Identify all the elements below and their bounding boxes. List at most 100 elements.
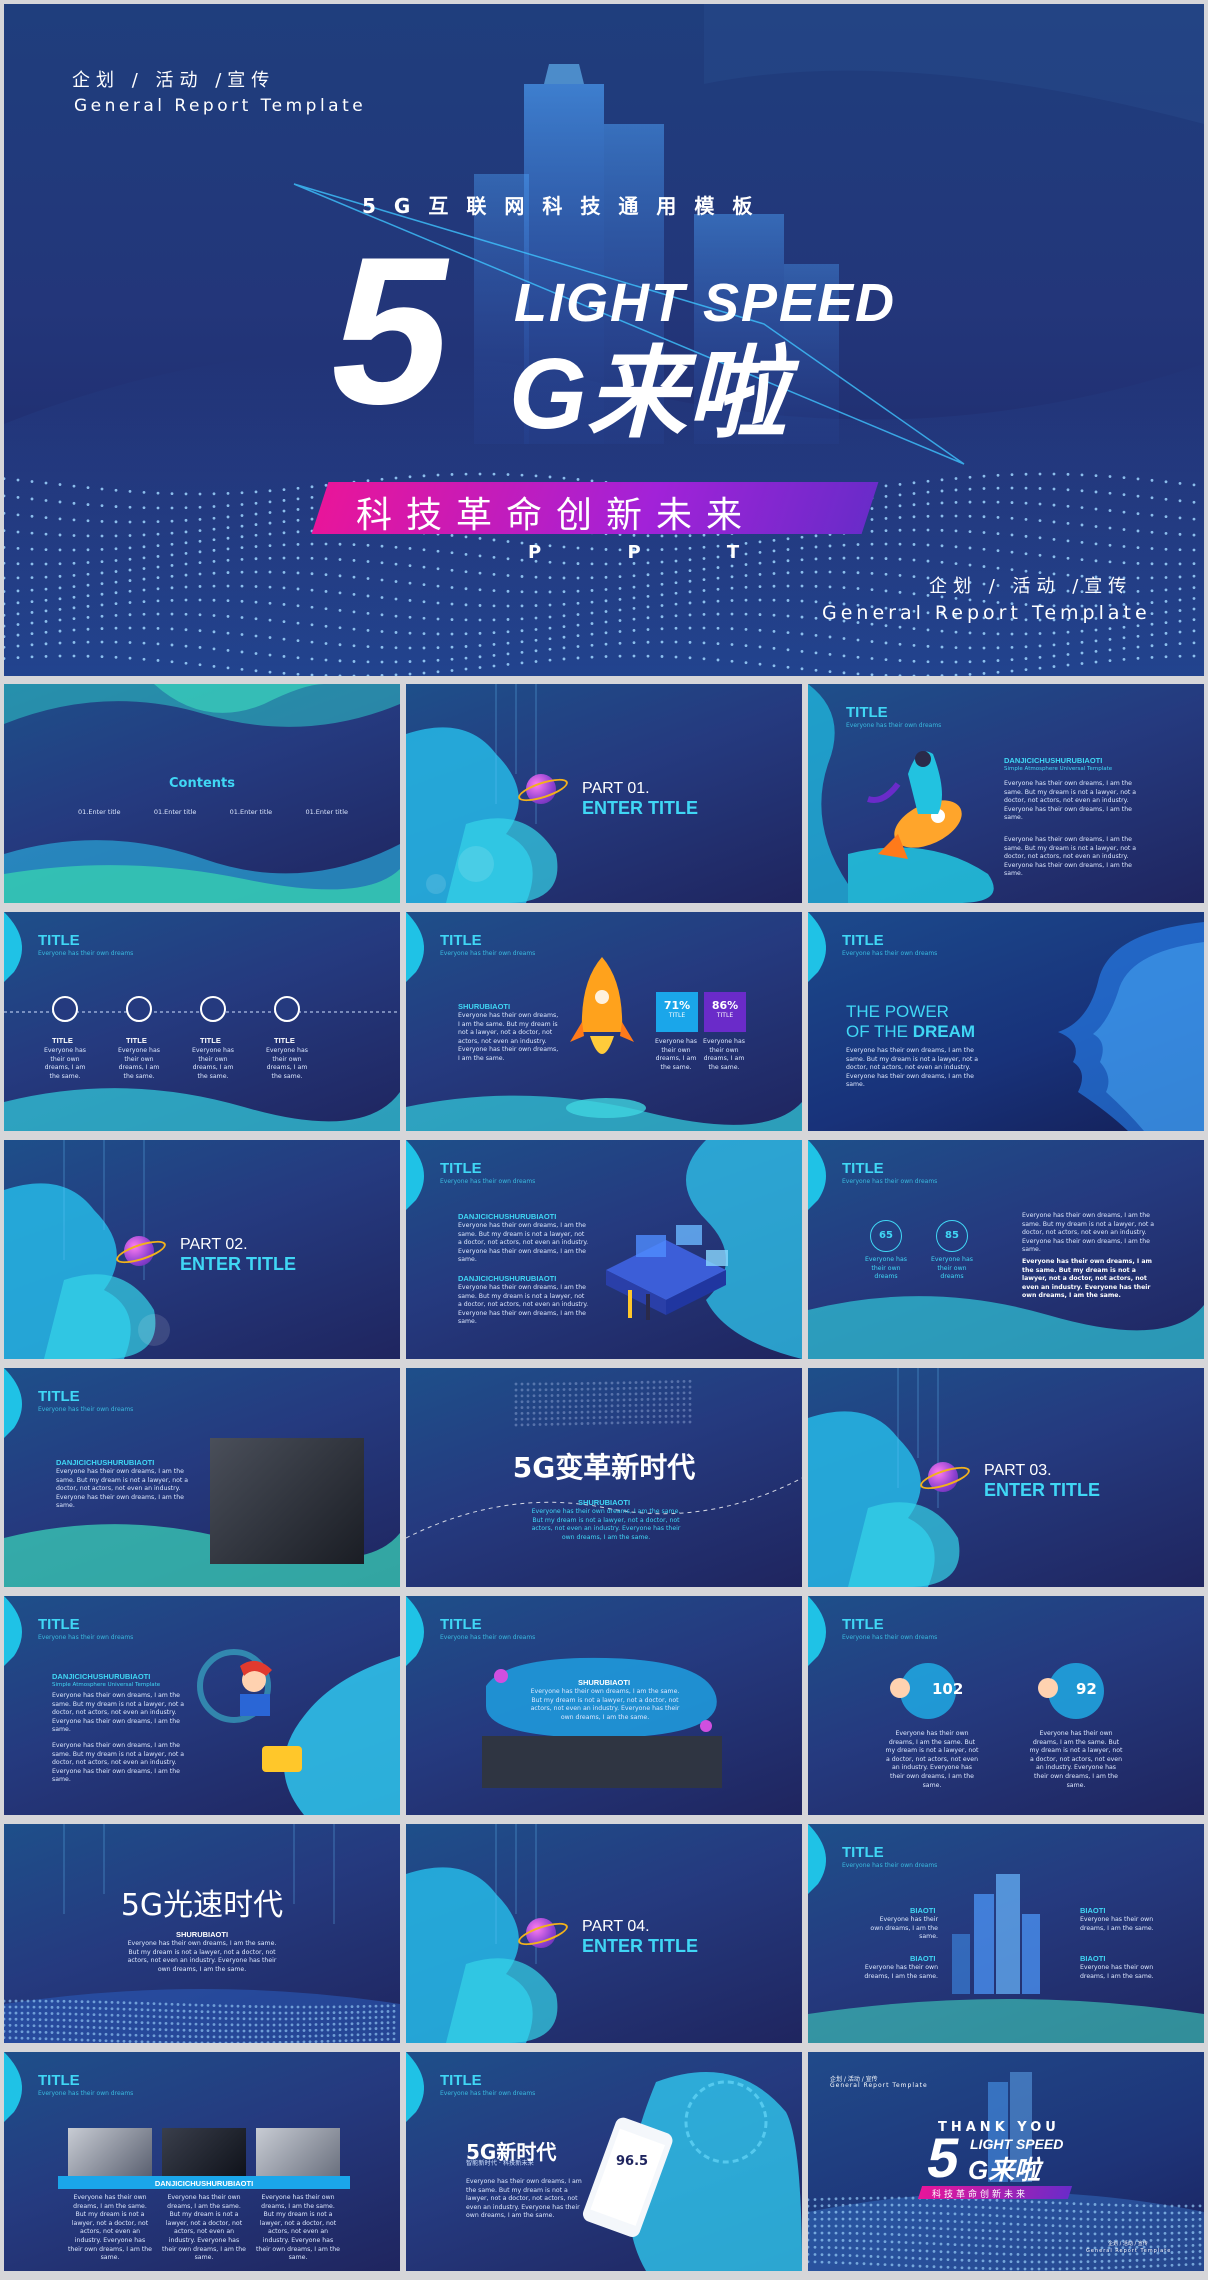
- contents-item[interactable]: 01.Enter title: [78, 808, 121, 816]
- grid-dot: [702, 578, 706, 582]
- contents-item[interactable]: 01.Enter title: [230, 808, 273, 816]
- grid-dot: [526, 1411, 530, 1415]
- grid-dot: [1010, 516, 1014, 520]
- grid-dot: [574, 1393, 578, 1397]
- slide-two-circles[interactable]: TITLE Everyone has their own dreams 65 8…: [808, 1140, 1204, 1359]
- grid-dot: [548, 637, 552, 641]
- grid-dot: [92, 2019, 96, 2023]
- grid-dot: [1094, 660, 1098, 664]
- grid-dot: [140, 2027, 144, 2031]
- grid-dot: [598, 1404, 602, 1408]
- grid-dot: [478, 604, 482, 607]
- grid-dot: [688, 1414, 692, 1418]
- grid-dot: [1051, 2216, 1055, 2220]
- icon-text: Everyone has their own dreams, I am the …: [43, 1047, 86, 1080]
- grid-dot: [212, 2010, 216, 2014]
- slide-rocket-stats[interactable]: TITLE Everyone has their own dreams SHUR…: [406, 912, 802, 1131]
- grid-dot: [352, 644, 356, 648]
- grid-dot: [1136, 561, 1140, 565]
- grid-dot: [646, 628, 650, 631]
- grid-dot: [1142, 2258, 1146, 2262]
- grid-dot: [1044, 2223, 1048, 2227]
- grid-dot: [92, 2013, 96, 2017]
- paragraph: Everyone has their own dreams, I am the …: [864, 1964, 938, 1980]
- grid-dot: [326, 2011, 330, 2015]
- grid-dot: [604, 599, 608, 603]
- slide-city-biaoti[interactable]: TITLE Everyone has their own dreams BIAO…: [808, 1824, 1204, 2043]
- grid-dot: [176, 2022, 180, 2026]
- grid-dot: [890, 2232, 894, 2236]
- slide-sim-hero[interactable]: TITLE Everyone has their own dreams DANJ…: [4, 1596, 400, 1815]
- slide-part-04[interactable]: PART 04. ENTER TITLE: [406, 1824, 802, 2043]
- grid-dot: [104, 2013, 108, 2017]
- slide-bubble[interactable]: TITLE Everyone has their own dreams SHUR…: [406, 1596, 802, 1815]
- grid-dot: [926, 514, 930, 518]
- grid-dot: [506, 574, 510, 577]
- grid-dot: [198, 561, 202, 565]
- grid-dot: [1065, 2224, 1069, 2228]
- grid-dot: [254, 2017, 258, 2021]
- contents-item[interactable]: 01.Enter title: [305, 808, 348, 816]
- slide-two-numbers[interactable]: TITLE Everyone has their own dreams 102 …: [808, 1596, 1204, 1815]
- grid-dot: [616, 1392, 620, 1396]
- cover-slide[interactable]: 企划 / 活动 /宣传 General Report Template 5G互联…: [4, 4, 1204, 676]
- grid-dot: [58, 574, 62, 578]
- grid-dot: [1114, 2203, 1118, 2207]
- grid-dot: [904, 2256, 908, 2260]
- contents-item[interactable]: 01.Enter title: [154, 808, 197, 816]
- grid-dot: [960, 2258, 964, 2262]
- grid-dot: [827, 2210, 831, 2214]
- icon-label: TITLE: [274, 1036, 295, 1045]
- grid-dot: [450, 586, 454, 589]
- grid-dot: [982, 500, 986, 504]
- slide-four-icons[interactable]: TITLE Everyone has their own dreams TITL…: [4, 912, 400, 1131]
- slide-three-photos[interactable]: TITLE Everyone has their own dreams DANJ…: [4, 2052, 400, 2271]
- grid-dot: [1178, 587, 1182, 591]
- slide-part-02[interactable]: PART 02. ENTER TITLE: [4, 1140, 400, 1359]
- grid-dot: [80, 2000, 84, 2004]
- cover-top-left-en: General Report Template: [74, 96, 367, 116]
- slide-thank-you[interactable]: 企划 / 活动 / 宣传 General Report Template THA…: [808, 2052, 1204, 2271]
- slide-part-03[interactable]: PART 03. ENTER TITLE: [808, 1368, 1204, 1587]
- grid-dot: [898, 625, 902, 629]
- grid-dot: [856, 556, 860, 560]
- grid-dot: [240, 570, 244, 574]
- grid-dot: [30, 600, 34, 604]
- grid-dot: [236, 2004, 240, 2008]
- grid-dot: [622, 1392, 626, 1396]
- grid-dot: [1128, 2265, 1132, 2269]
- grid-dot: [20, 1999, 24, 2003]
- grid-dot: [960, 2251, 964, 2254]
- grid-dot: [344, 2022, 348, 2026]
- slide-hand-photo[interactable]: TITLE Everyone has their own dreams DANJ…: [4, 1368, 400, 1587]
- grid-dot: [960, 2205, 964, 2208]
- grid-dot: [1066, 642, 1070, 646]
- grid-dot: [100, 487, 104, 491]
- grid-dot: [1178, 499, 1182, 503]
- slide-isometric[interactable]: TITLE Everyone has their own dreams DANJ…: [406, 1140, 802, 1359]
- grid-dot: [116, 2013, 120, 2017]
- slide-power-dream[interactable]: TITLE Everyone has their own dreams THE …: [808, 912, 1204, 1131]
- grid-dot: [436, 632, 440, 636]
- grid-dot: [158, 2028, 162, 2031]
- slide-5g-speed[interactable]: 5G光速时代 SHURUBIAOTI Everyone has their ow…: [4, 1824, 400, 2043]
- grid-dot: [260, 2017, 264, 2021]
- slide-rocket-girl[interactable]: TITLE Everyone has their own dreams DANJ…: [808, 684, 1204, 903]
- grid-dot: [716, 626, 720, 630]
- grid-dot: [652, 1397, 656, 1401]
- grid-dot: [146, 2034, 150, 2038]
- grid-dot: [62, 2006, 66, 2009]
- grid-dot: [1170, 2225, 1174, 2228]
- grid-dot: [386, 2021, 390, 2025]
- slide-part-01[interactable]: PART 01. ENTER TITLE: [406, 684, 802, 903]
- grid-dot: [332, 2028, 336, 2032]
- grid-dot: [772, 584, 776, 588]
- grid-dot: [1023, 2230, 1027, 2234]
- grid-dot: [170, 2034, 174, 2038]
- grid-dot: [478, 655, 482, 659]
- slide-phone[interactable]: TITLE Everyone has their own dreams 5G新时…: [406, 2052, 802, 2271]
- slide-5g-era[interactable]: 5G变革新时代 SHURUBIAOTI Everyone has their o…: [406, 1368, 802, 1587]
- grid-dot: [1177, 2225, 1181, 2228]
- grid-dot: [194, 2029, 198, 2032]
- slide-contents[interactable]: Contents 01.Enter title 01.Enter title 0…: [4, 684, 400, 903]
